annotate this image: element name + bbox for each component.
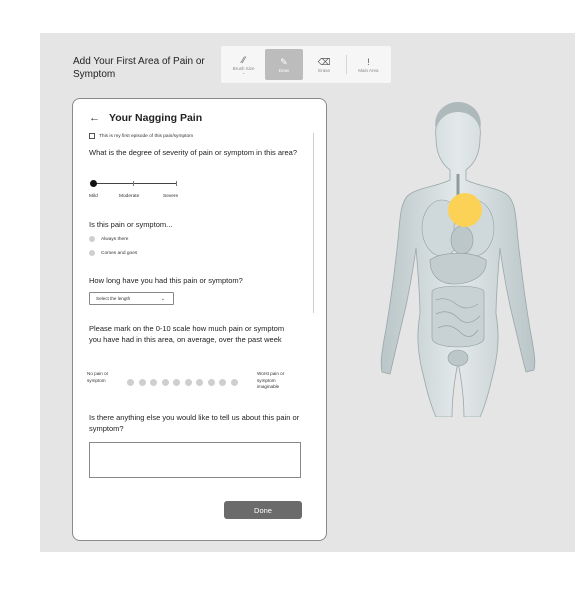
option-label: Comes and goes	[101, 250, 138, 256]
erase-tool[interactable]: ⌫ Erase	[306, 49, 343, 80]
pain-scale[interactable]	[127, 379, 238, 386]
other-info-textarea[interactable]	[89, 442, 301, 478]
severity-label-severe: Severe	[163, 194, 179, 199]
brush-size-icon: ⁄⁄	[242, 54, 246, 65]
page-title: Add Your First Area of Pain or Symptom	[73, 56, 205, 80]
scale-point-1[interactable]	[138, 379, 146, 386]
frequency-question: Is this pain or symptom...	[89, 220, 173, 229]
slider-handle[interactable]	[90, 180, 97, 187]
radio-button[interactable]	[89, 236, 95, 242]
frequency-option-always[interactable]: Always there	[89, 236, 128, 242]
pain-questionnaire-card: ← Your Nagging Pain This is my first epi…	[72, 98, 327, 541]
severity-slider[interactable]	[90, 180, 177, 187]
slider-tick	[176, 181, 177, 186]
scale-point-2[interactable]	[150, 379, 157, 386]
draw-brush-icon: ✎	[280, 56, 288, 67]
radio-button[interactable]	[89, 250, 95, 256]
human-body-diagram[interactable]	[370, 100, 546, 417]
scale-min-label: No pain or symptom	[87, 371, 109, 383]
brush-size-tool[interactable]: ⁄⁄ Brush Size ⌄	[225, 49, 262, 80]
first-episode-checkbox[interactable]	[89, 133, 95, 139]
drawing-toolbar: ⁄⁄ Brush Size ⌄ ✎ Draw ⌫ Erase ! Main Ar…	[221, 46, 391, 83]
drawing-canvas: Add Your First Area of Pain or Symptom ⁄…	[40, 33, 575, 552]
slider-tick	[133, 181, 134, 186]
scale-point-0[interactable]	[127, 379, 134, 386]
scrollbar[interactable]	[313, 133, 314, 313]
scale-point-3[interactable]	[161, 379, 169, 386]
select-placeholder: Select the length	[96, 296, 131, 301]
bladder	[447, 349, 469, 367]
back-arrow-icon[interactable]: ←	[89, 112, 100, 124]
scale-point-4[interactable]	[173, 379, 180, 386]
pain-area-marker[interactable]	[448, 193, 482, 227]
duration-question: How long have you had this pain or sympt…	[89, 276, 243, 285]
tool-label: Draw	[278, 67, 290, 73]
exclamation-icon: !	[367, 56, 370, 67]
frequency-option-comes-goes[interactable]: Comes and goes	[89, 250, 137, 256]
draw-tool[interactable]: ✎ Draw	[265, 49, 303, 80]
first-episode-label: This is my first episode of this pain/sy…	[99, 133, 194, 139]
severity-label-mild: Mild	[89, 194, 98, 199]
scale-point-5[interactable]	[184, 379, 192, 386]
toolbar-divider	[345, 55, 347, 74]
scale-point-8[interactable]	[219, 379, 226, 386]
tool-label: Main Area	[358, 67, 379, 73]
chevron-down-icon: ⌄	[160, 295, 165, 302]
intestines	[431, 285, 485, 348]
done-button[interactable]: Done	[224, 501, 302, 519]
scale-point-9[interactable]	[230, 379, 238, 386]
option-label: Always there	[101, 236, 129, 242]
scale-point-6[interactable]	[196, 379, 203, 386]
scale-max-label: Worst pain or symptom imaginable	[257, 371, 285, 389]
chevron-down-icon: ⌄	[241, 69, 246, 75]
severity-label-moderate: Moderate	[119, 194, 140, 199]
scale-question: Please mark on the 0-10 scale how much p…	[89, 324, 285, 344]
card-title: Your Nagging Pain	[109, 112, 203, 124]
tool-label: Erase	[318, 67, 330, 73]
eraser-icon: ⌫	[317, 56, 331, 67]
main-area-tool[interactable]: ! Main Area	[350, 49, 387, 80]
heart	[450, 225, 474, 255]
severity-question: What is the degree of severity of pain o…	[89, 148, 298, 157]
other-info-question: Is there anything else you would like to…	[89, 413, 300, 433]
scale-point-7[interactable]	[207, 379, 215, 386]
card-header: ← Your Nagging Pain	[89, 112, 202, 124]
first-episode-checkbox-row[interactable]: This is my first episode of this pain/sy…	[89, 133, 193, 139]
duration-select[interactable]: Select the length ⌄	[89, 292, 174, 305]
